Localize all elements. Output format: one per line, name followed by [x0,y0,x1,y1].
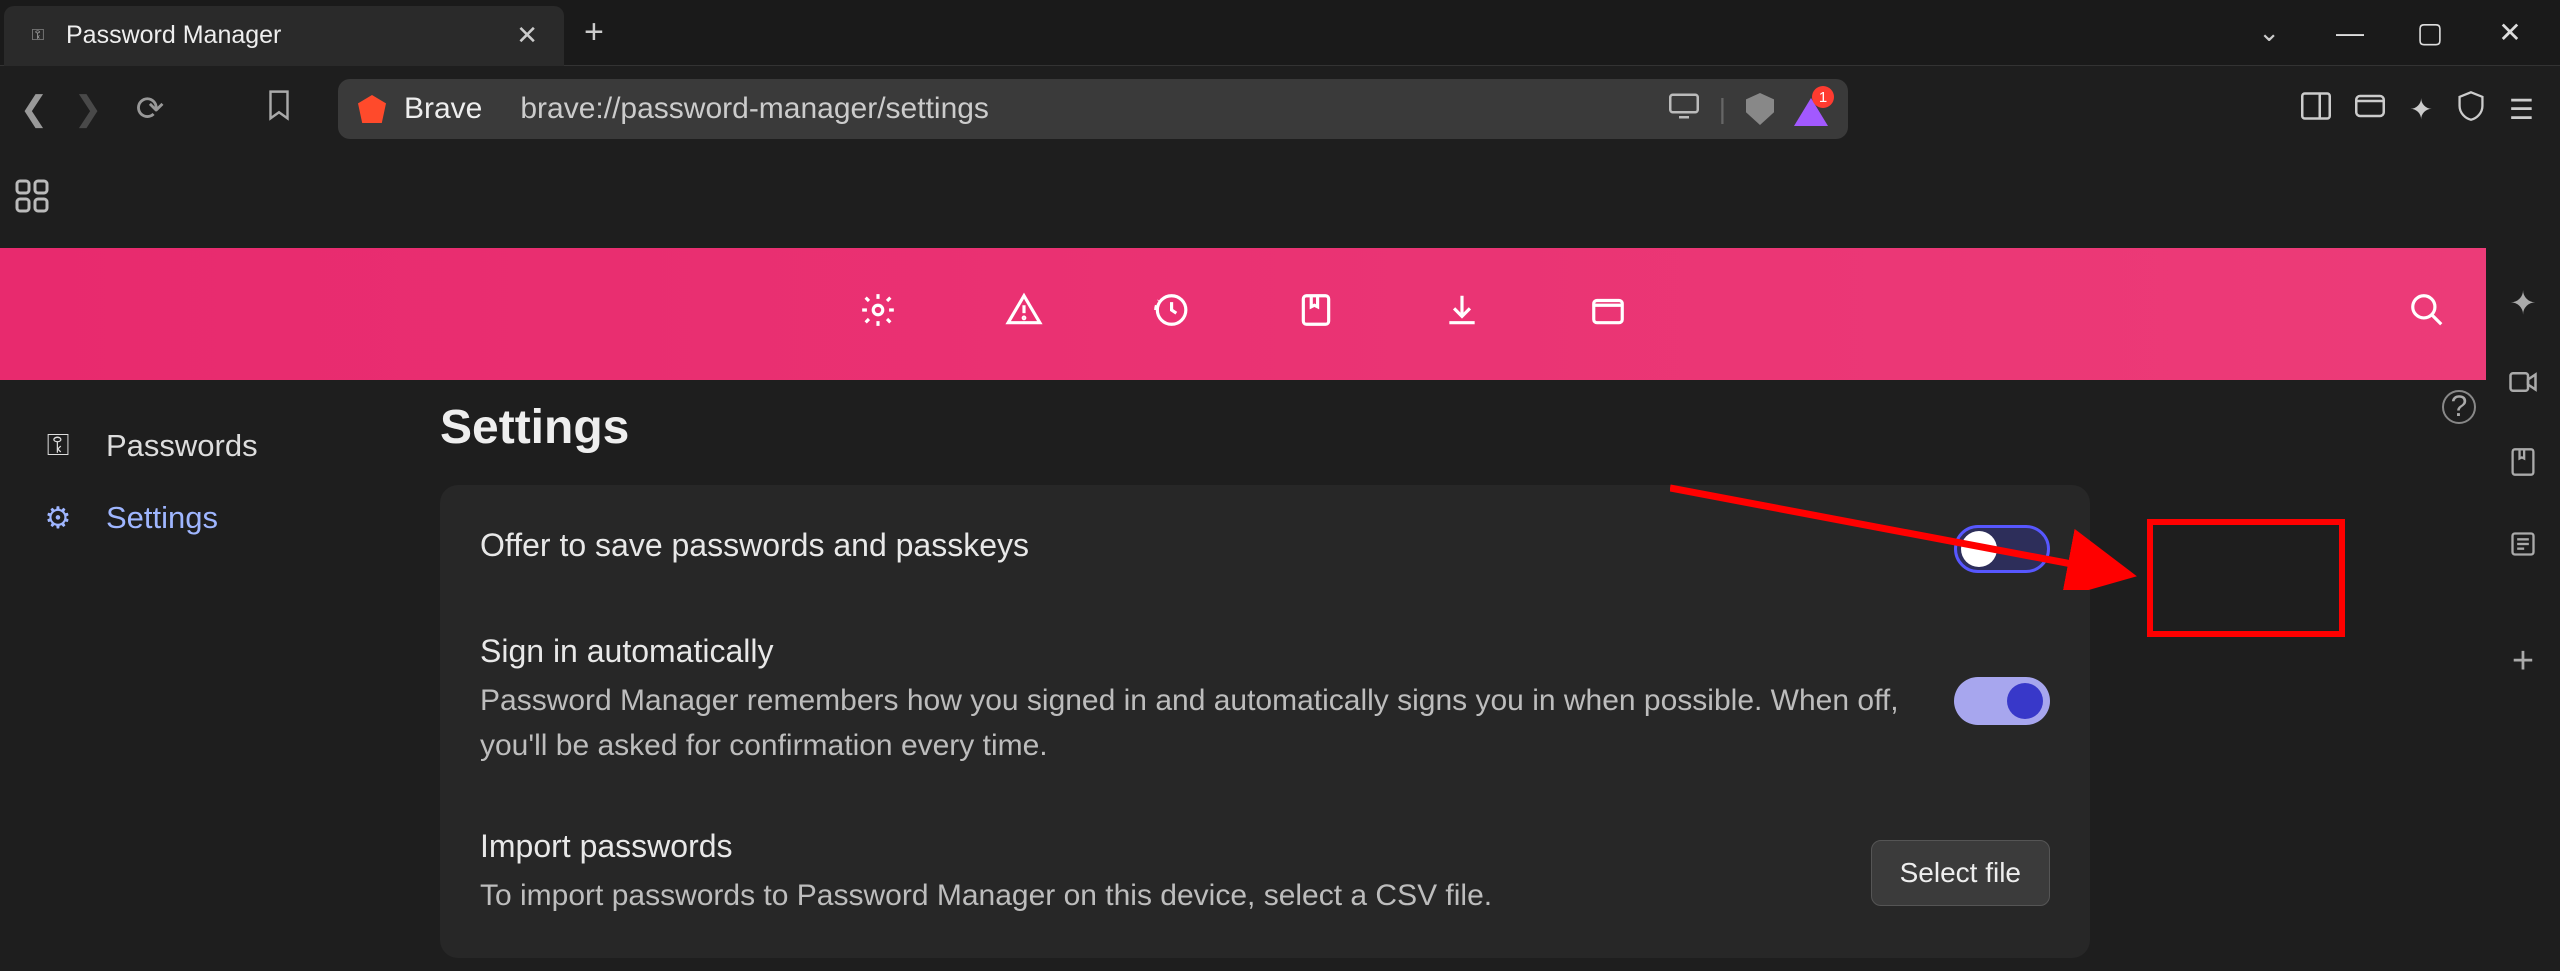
folder-icon[interactable] [1589,291,1627,338]
auto-signin-desc: Password Manager remembers how you signe… [480,678,1924,768]
main: ⚿ Passwords ⚙ Settings ? Settings Offer … [0,380,2560,971]
search-icon[interactable] [2408,291,2446,338]
close-tab-icon[interactable]: ✕ [510,14,544,57]
nav-settings[interactable]: ⚙ Settings [10,482,410,554]
gear-icon: ⚙ [40,501,76,536]
reading-list-icon[interactable] [2509,529,2537,566]
tab-title: Password Manager [66,21,510,50]
right-sidebar: ✦ + [2486,248,2560,971]
auto-signin-title: Sign in automatically [480,633,1924,670]
back-button[interactable]: ❮ [14,89,54,129]
row-offer-save: Offer to save passwords and passkeys [440,495,2090,603]
alert-triangle-icon[interactable] [1005,291,1043,338]
bookmark-icon[interactable] [264,88,294,130]
video-icon[interactable] [2508,366,2538,403]
leo-ai-icon[interactable]: ✦ [2409,93,2432,126]
window-controls: ― ▢ ✕ [2330,16,2530,49]
brave-logo-icon [358,95,386,123]
new-tab-button[interactable]: + [584,13,604,52]
rewards-badge: 1 [1812,86,1834,108]
titlebar: ⚿ Password Manager ✕ + ⌄ ― ▢ ✕ [0,0,2560,66]
import-title: Import passwords [480,828,1841,865]
left-nav: ⚿ Passwords ⚙ Settings [0,380,420,971]
toolbar-right: ✦ ☰ [2301,90,2534,129]
nav-settings-label: Settings [106,500,218,536]
import-desc: To import passwords to Password Manager … [480,873,1841,918]
apps-grid-icon[interactable] [14,178,50,223]
content: ? Settings Offer to save passwords and p… [420,380,2486,971]
address-bar[interactable]: Brave brave://password-manager/settings … [338,79,1848,139]
cast-icon[interactable] [1669,93,1699,126]
bookmarks-sidebar-icon[interactable] [2509,447,2537,485]
sidepanel-icon[interactable] [2301,92,2331,127]
help-icon[interactable]: ? [2442,390,2476,424]
add-panel-icon[interactable]: + [2512,640,2534,683]
forward-button[interactable]: ❯ [68,89,108,129]
row-import: Import passwords To import passwords to … [440,798,2090,948]
settings-gear-icon[interactable] [859,291,897,338]
nav-passwords-label: Passwords [106,428,258,464]
hamburger-menu-icon[interactable]: ☰ [2509,93,2534,126]
page-title: Settings [440,400,2446,455]
key-icon: ⚿ [40,429,76,463]
bookmark-page-icon[interactable] [1297,291,1335,338]
tab-search-icon[interactable]: ⌄ [2258,17,2280,48]
brave-rewards-icon[interactable]: 1 [1794,92,1828,126]
reload-button[interactable]: ⟳ [130,89,170,129]
auto-signin-toggle[interactable] [1954,677,2050,725]
select-file-button[interactable]: Select file [1871,840,2050,906]
leo-sparkle-icon[interactable]: ✦ [2510,284,2537,322]
wallet-icon[interactable] [2355,92,2385,127]
download-icon[interactable] [1443,291,1481,338]
nav-passwords[interactable]: ⚿ Passwords [10,410,410,482]
maximize-button[interactable]: ▢ [2410,16,2450,49]
key-icon: ⚿ [24,27,52,45]
url-text: brave://password-manager/settings [520,92,1650,126]
browser-tab[interactable]: ⚿ Password Manager ✕ [4,6,564,66]
history-clock-icon[interactable] [1151,291,1189,338]
close-window-button[interactable]: ✕ [2490,16,2530,49]
omnibox-actions: | 1 [1669,92,1828,126]
toolbar: ❮ ❯ ⟳ Brave brave://password-manager/set… [0,66,2560,152]
minimize-button[interactable]: ― [2330,17,2370,49]
offer-save-toggle[interactable] [1954,525,2050,573]
offer-save-title: Offer to save passwords and passkeys [480,527,1924,564]
brave-shields-icon[interactable] [1746,93,1774,125]
row-auto-signin: Sign in automatically Password Manager r… [440,603,2090,798]
password-manager-toolbar [0,248,2486,380]
shield-outline-icon[interactable] [2457,90,2485,129]
apps-row [0,152,2560,248]
brave-label: Brave [404,92,482,126]
settings-card: Offer to save passwords and passkeys Sig… [440,485,2090,958]
